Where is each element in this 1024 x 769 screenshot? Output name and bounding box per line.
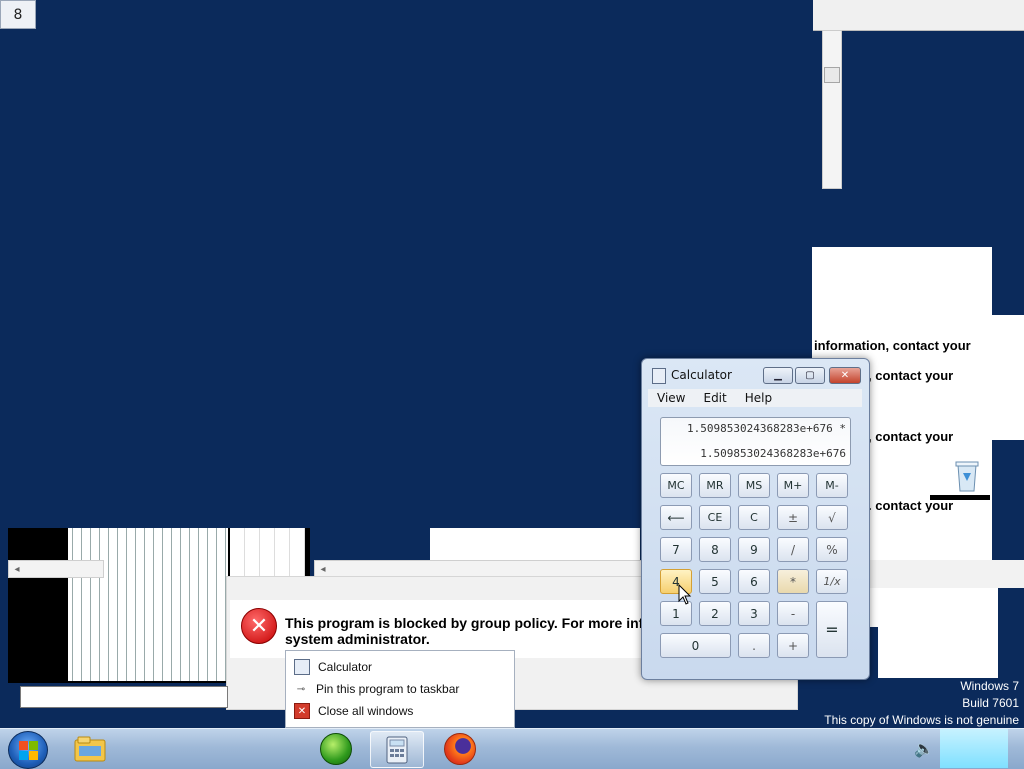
artifact-stack-left <box>68 528 228 681</box>
right-fragment-text-4: . contact your <box>868 498 954 513</box>
maximize-button[interactable]: ▢ <box>795 367 825 384</box>
desktop-corner-indicator: 8 <box>0 0 36 29</box>
taskbar <box>0 728 1024 769</box>
key-decimal[interactable]: . <box>738 633 770 658</box>
artifact-window-right-bottom <box>870 560 1024 588</box>
expression-text: 1.509853024368283e+676 * <box>687 422 846 435</box>
calculator-icon <box>386 736 408 763</box>
jumplist-item-label: Calculator <box>318 660 373 674</box>
right-fragment-text-1: information, contact your <box>814 338 971 353</box>
key-m-minus[interactable]: M- <box>816 473 848 498</box>
artifact-window-top-right <box>813 0 1024 31</box>
calculator-display: 1.509853024368283e+676 * 1.5098530243682… <box>660 417 851 466</box>
error-x-icon: ✕ <box>241 608 277 644</box>
calculator-app-icon <box>652 368 666 384</box>
speaker-icon[interactable]: 🔈 <box>914 739 934 758</box>
key-0[interactable]: 0 <box>660 633 731 658</box>
key-ms[interactable]: MS <box>738 473 770 498</box>
taskbar-jumplist: Calculator ⊸ Pin this program to taskbar… <box>285 650 515 728</box>
key-ce[interactable]: CE <box>699 505 731 530</box>
recycle-bin-icon[interactable] <box>953 459 981 493</box>
watermark-line2: Build 7601 <box>962 696 1019 710</box>
taskbar-calculator-button[interactable] <box>370 731 424 768</box>
pin-icon: ⊸ <box>296 683 306 695</box>
key-c[interactable]: C <box>738 505 770 530</box>
key-reciprocal[interactable]: 1/x <box>816 569 848 594</box>
result-text: 1.509853024368283e+676 <box>700 447 846 460</box>
key-8[interactable]: 8 <box>699 537 731 562</box>
jumplist-item-pin[interactable]: ⊸ Pin this program to taskbar <box>294 679 460 699</box>
calculator-titlebar[interactable]: Calculator ▁ ▢ ✕ <box>642 359 869 389</box>
artifact-window-center <box>430 528 640 560</box>
key-backspace[interactable]: ⟵ <box>660 505 692 530</box>
taskbar-media-center-button[interactable] <box>310 731 362 766</box>
artifact-window-right-extra <box>985 315 1024 440</box>
horizontal-scrollbar-left[interactable]: ◂ <box>8 560 104 578</box>
calculator-title: Calculator <box>671 368 732 382</box>
artifact-text-field[interactable] <box>20 686 228 708</box>
key-sqrt[interactable]: √ <box>816 505 848 530</box>
scroll-left-arrow-icon[interactable]: ◂ <box>315 561 331 577</box>
media-center-icon <box>320 732 352 765</box>
key-percent[interactable]: % <box>816 537 848 562</box>
explorer-icon <box>74 736 106 761</box>
menu-view[interactable]: View <box>648 389 694 407</box>
close-window-icon: ✕ <box>294 703 310 719</box>
key-m-plus[interactable]: M+ <box>777 473 809 498</box>
orb-pane-green <box>29 741 38 750</box>
key-5[interactable]: 5 <box>699 569 731 594</box>
key-plus-minus[interactable]: ± <box>777 505 809 530</box>
orb-pane-blue <box>19 751 28 760</box>
calculator-window[interactable]: Calculator ▁ ▢ ✕ View Edit Help 1.509853… <box>641 358 870 680</box>
key-multiply[interactable]: * <box>777 569 809 594</box>
scroll-thumb[interactable] <box>824 67 840 83</box>
artifact-window-right-lower <box>878 588 998 678</box>
taskbar-firefox-button[interactable] <box>434 731 486 766</box>
calculator-icon <box>294 659 310 675</box>
right-fragment-text-3: , contact your <box>868 429 954 444</box>
key-mr[interactable]: MR <box>699 473 731 498</box>
key-7[interactable]: 7 <box>660 537 692 562</box>
start-orb-icon[interactable] <box>8 731 48 769</box>
key-plus[interactable]: + <box>777 633 809 658</box>
artifact-black-bar <box>930 495 990 500</box>
right-fragment-text-2: , contact your <box>868 368 954 383</box>
calculator-menubar: View Edit Help <box>648 389 862 407</box>
key-mc[interactable]: MC <box>660 473 692 498</box>
error-message-line1: This program is blocked by group policy.… <box>285 615 658 631</box>
orb-pane-yellow <box>29 751 38 760</box>
menu-edit[interactable]: Edit <box>694 389 735 407</box>
mouse-cursor-icon <box>678 584 692 605</box>
close-button[interactable]: ✕ <box>829 367 861 384</box>
key-minus[interactable]: - <box>777 601 809 626</box>
scroll-left-arrow-icon[interactable]: ◂ <box>9 561 25 577</box>
watermark-line3: This copy of Windows is not genuine <box>824 713 1019 727</box>
key-6[interactable]: 6 <box>738 569 770 594</box>
jumplist-item-label: Pin this program to taskbar <box>316 682 460 696</box>
artifact-scrollbar-vertical[interactable] <box>822 30 842 189</box>
jumplist-item-close-all[interactable]: ✕ Close all windows <box>294 701 413 721</box>
windows-watermark: Windows 7 Build 7601 This copy of Window… <box>824 678 1019 729</box>
minimize-button[interactable]: ▁ <box>763 367 793 384</box>
orb-pane-red <box>19 741 28 750</box>
error-message: This program is blocked by group policy.… <box>285 615 665 647</box>
key-9[interactable]: 9 <box>738 537 770 562</box>
firefox-icon <box>444 732 476 765</box>
jumplist-item-label: Close all windows <box>318 704 414 718</box>
watermark-line1: Windows 7 <box>960 679 1019 693</box>
error-message-line2: system administrator. <box>285 631 430 647</box>
taskbar-explorer-button[interactable] <box>64 731 116 766</box>
show-desktop-button[interactable] <box>940 729 1008 768</box>
key-3[interactable]: 3 <box>738 601 770 626</box>
jumplist-item-calculator[interactable]: Calculator <box>294 657 372 677</box>
key-2[interactable]: 2 <box>699 601 731 626</box>
key-divide[interactable]: / <box>777 537 809 562</box>
key-equals[interactable]: = <box>816 601 848 658</box>
menu-help[interactable]: Help <box>736 389 781 407</box>
